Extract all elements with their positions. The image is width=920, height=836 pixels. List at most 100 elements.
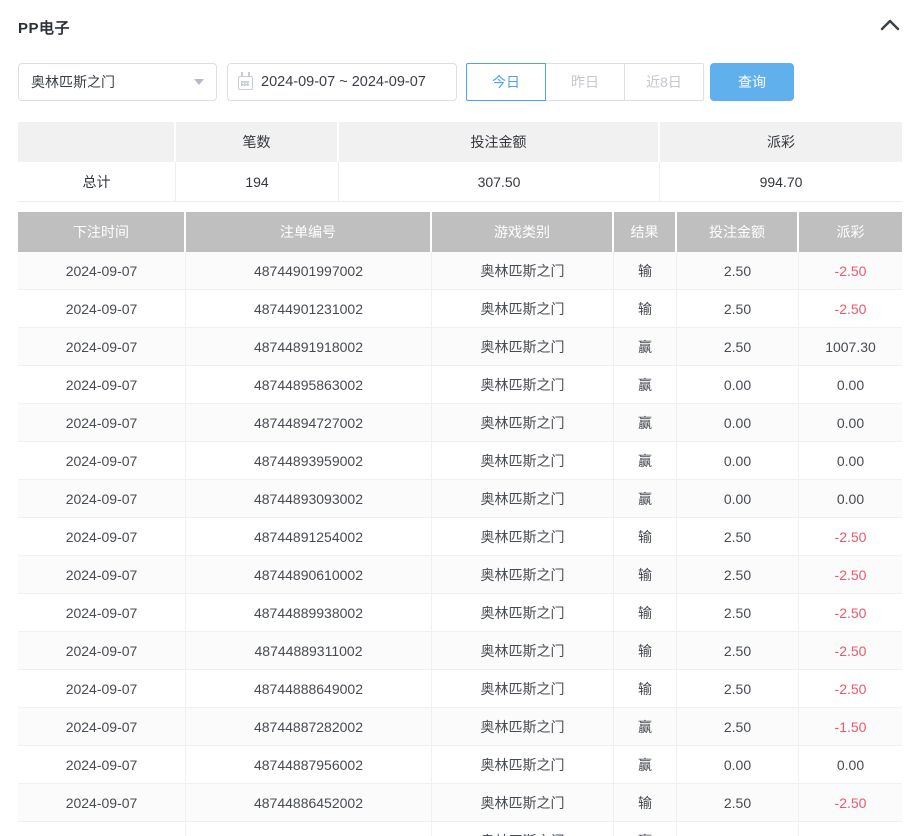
- col-header-payout: 派彩: [799, 212, 902, 252]
- date-range-input[interactable]: 2024-09-07 ~ 2024-09-07: [227, 63, 457, 101]
- cell-order-no: 48744895863002: [186, 366, 432, 404]
- summary-header-count: 笔数: [176, 122, 339, 162]
- cell-order-no: 48744893959002: [186, 442, 432, 480]
- summary-header-row: 笔数 投注金额 派彩: [18, 122, 902, 162]
- table-row: 2024-09-07 48744895863002 奥林匹斯之门 赢 0.00 …: [18, 366, 902, 404]
- cell-payout: 0.00: [799, 746, 902, 784]
- calendar-icon: [238, 76, 253, 90]
- cell-time: 2024-09-07: [18, 290, 186, 328]
- cell-result: 输: [614, 556, 677, 594]
- table-row: 2024-09-07 48744886052002 奥林匹斯之门 赢 0.00 …: [18, 822, 902, 836]
- cell-payout: -2.50: [799, 556, 902, 594]
- cell-result: 赢: [614, 366, 677, 404]
- summary-table: 笔数 投注金额 派彩 总计 194 307.50 994.70: [18, 122, 902, 202]
- table-row: 2024-09-07 48744887282002 奥林匹斯之门 赢 2.50 …: [18, 708, 902, 746]
- filter-bar: 奥林匹斯之门 2024-09-07 ~ 2024-09-07 今日 昨日 近8日…: [18, 63, 902, 101]
- cell-game: 奥林匹斯之门: [432, 708, 614, 746]
- table-row: 2024-09-07 48744893093002 奥林匹斯之门 赢 0.00 …: [18, 480, 902, 518]
- cell-result: 输: [614, 784, 677, 822]
- cell-bet: 2.50: [677, 518, 799, 556]
- table-row: 2024-09-07 48744891254002 奥林匹斯之门 输 2.50 …: [18, 518, 902, 556]
- cell-payout: 1007.30: [799, 328, 902, 366]
- cell-bet: 0.00: [677, 366, 799, 404]
- cell-result: 赢: [614, 480, 677, 518]
- cell-time: 2024-09-07: [18, 822, 186, 836]
- cell-game: 奥林匹斯之门: [432, 480, 614, 518]
- cell-order-no: 48744901997002: [186, 252, 432, 290]
- cell-result: 赢: [614, 708, 677, 746]
- chevron-up-icon: [880, 18, 900, 36]
- cell-bet: 2.50: [677, 708, 799, 746]
- cell-game: 奥林匹斯之门: [432, 594, 614, 632]
- cell-order-no: 48744890610002: [186, 556, 432, 594]
- cell-order-no: 48744889311002: [186, 632, 432, 670]
- cell-payout: -2.50: [799, 290, 902, 328]
- cell-payout: 0.00: [799, 404, 902, 442]
- cell-order-no: 48744886052002: [186, 822, 432, 836]
- col-header-time: 下注时间: [18, 212, 186, 252]
- quick-range-group: 今日 昨日 近8日: [466, 63, 704, 101]
- col-header-bet: 投注金额: [677, 212, 799, 252]
- cell-order-no: 48744901231002: [186, 290, 432, 328]
- cell-result: 赢: [614, 442, 677, 480]
- cell-result: 赢: [614, 822, 677, 836]
- cell-game: 奥林匹斯之门: [432, 290, 614, 328]
- cell-time: 2024-09-07: [18, 594, 186, 632]
- cell-game: 奥林匹斯之门: [432, 442, 614, 480]
- table-row: 2024-09-07 48744889938002 奥林匹斯之门 输 2.50 …: [18, 594, 902, 632]
- cell-time: 2024-09-07: [18, 518, 186, 556]
- cell-time: 2024-09-07: [18, 670, 186, 708]
- cell-time: 2024-09-07: [18, 252, 186, 290]
- last8days-button[interactable]: 近8日: [624, 63, 704, 101]
- cell-game: 奥林匹斯之门: [432, 556, 614, 594]
- table-row: 2024-09-07 48744901231002 奥林匹斯之门 输 2.50 …: [18, 290, 902, 328]
- table-row: 2024-09-07 48744890610002 奥林匹斯之门 输 2.50 …: [18, 556, 902, 594]
- cell-time: 2024-09-07: [18, 708, 186, 746]
- today-button[interactable]: 今日: [466, 63, 546, 101]
- table-row: 2024-09-07 48744901997002 奥林匹斯之门 输 2.50 …: [18, 252, 902, 290]
- cell-game: 奥林匹斯之门: [432, 404, 614, 442]
- cell-time: 2024-09-07: [18, 632, 186, 670]
- cell-order-no: 48744893093002: [186, 480, 432, 518]
- cell-order-no: 48744889938002: [186, 594, 432, 632]
- cell-result: 输: [614, 594, 677, 632]
- summary-header-bet-amount: 投注金额: [339, 122, 660, 162]
- yesterday-button[interactable]: 昨日: [545, 63, 625, 101]
- cell-payout: -2.50: [799, 632, 902, 670]
- cell-game: 奥林匹斯之门: [432, 328, 614, 366]
- cell-bet: 0.00: [677, 746, 799, 784]
- table-row: 2024-09-07 48744889311002 奥林匹斯之门 输 2.50 …: [18, 632, 902, 670]
- cell-payout: -2.50: [799, 518, 902, 556]
- collapse-button[interactable]: [878, 15, 902, 39]
- table-row: 2024-09-07 48744893959002 奥林匹斯之门 赢 0.00 …: [18, 442, 902, 480]
- cell-game: 奥林匹斯之门: [432, 252, 614, 290]
- table-row: 2024-09-07 48744891918002 奥林匹斯之门 赢 2.50 …: [18, 328, 902, 366]
- search-button[interactable]: 查询: [710, 63, 794, 101]
- cell-payout: -1.50: [799, 708, 902, 746]
- cell-game: 奥林匹斯之门: [432, 366, 614, 404]
- cell-order-no: 48744887956002: [186, 746, 432, 784]
- cell-time: 2024-09-07: [18, 404, 186, 442]
- cell-payout: 0.00: [799, 366, 902, 404]
- cell-order-no: 48744891918002: [186, 328, 432, 366]
- cell-time: 2024-09-07: [18, 556, 186, 594]
- cell-time: 2024-09-07: [18, 746, 186, 784]
- panel-header: PP电子: [18, 14, 902, 40]
- cell-bet: 2.50: [677, 670, 799, 708]
- summary-header-payout: 派彩: [660, 122, 902, 162]
- betting-records-panel: PP电子 奥林匹斯之门 2024-09-07 ~ 2024-09-07 今日 昨…: [0, 0, 920, 836]
- cell-payout: -2.50: [799, 594, 902, 632]
- summary-header-empty: [18, 122, 176, 162]
- cell-result: 输: [614, 518, 677, 556]
- table-row: 2024-09-07 48744888649002 奥林匹斯之门 输 2.50 …: [18, 670, 902, 708]
- cell-result: 输: [614, 632, 677, 670]
- cell-order-no: 48744886452002: [186, 784, 432, 822]
- date-range-value: 2024-09-07 ~ 2024-09-07: [261, 74, 426, 90]
- game-select[interactable]: 奥林匹斯之门: [18, 63, 217, 101]
- cell-result: 赢: [614, 328, 677, 366]
- cell-game: 奥林匹斯之门: [432, 670, 614, 708]
- cell-order-no: 48744894727002: [186, 404, 432, 442]
- cell-order-no: 48744887282002: [186, 708, 432, 746]
- cell-bet: 2.50: [677, 632, 799, 670]
- page-title: PP电子: [18, 17, 70, 38]
